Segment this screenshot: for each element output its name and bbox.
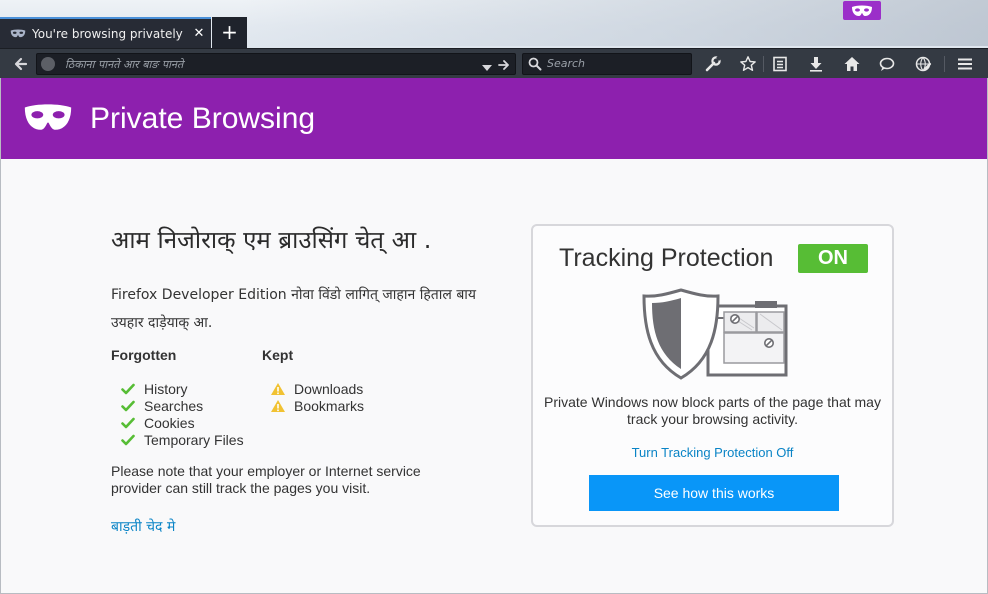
shield-blocking-illustration [640, 288, 790, 380]
forgotten-item-searches: Searches [144, 397, 204, 414]
tracking-note: Please note that your employer or Intern… [111, 463, 421, 496]
tab-title: You're browsing privately [32, 26, 183, 41]
globe-pencil-icon [915, 56, 932, 72]
bookmarks-list-icon [773, 56, 787, 72]
forgotten-item-temporary-files: Temporary Files [144, 431, 244, 448]
private-browsing-banner: Private Browsing [1, 78, 987, 159]
warning-icon [270, 399, 286, 413]
tab-close-icon[interactable]: ✕ [187, 26, 211, 41]
tracking-protection-card: Tracking Protection ON Private Windows n… [531, 224, 894, 527]
tracking-protection-status-badge: ON [798, 244, 868, 273]
list-item: Temporary Files [120, 431, 244, 448]
search-icon [528, 57, 542, 71]
kept-list: Downloads Bookmarks [270, 380, 364, 414]
developer-tools-button[interactable] [703, 54, 723, 74]
toolbar-separator [944, 56, 945, 72]
home-button[interactable] [842, 54, 862, 74]
home-icon [844, 57, 860, 71]
tracking-protection-title: Tracking Protection [559, 244, 774, 272]
url-bar[interactable]: ठिकाना पानते आर बाङ पानते [36, 53, 516, 75]
blocked-page-icon [706, 301, 788, 377]
list-item: Bookmarks [270, 397, 364, 414]
list-item: History [120, 380, 244, 397]
private-browsing-info: आम निजोराक् एम ब्राउसिंग चेत् आ . Firefo… [111, 223, 511, 535]
checkmark-icon [120, 382, 136, 396]
url-input[interactable]: ठिकाना पानते आर बाङ पानते [65, 57, 183, 72]
speech-bubble-icon [879, 57, 895, 71]
private-mask-icon [23, 101, 73, 134]
list-item: Downloads [270, 380, 364, 397]
open-menu-button[interactable] [955, 54, 975, 74]
private-browsing-page: Private Browsing आम निजोराक् एम ब्राउसिं… [0, 78, 988, 594]
private-browsing-indicator [843, 1, 881, 20]
star-icon [740, 56, 756, 71]
forgotten-list: History Searches Cookies Temporary Files [120, 380, 244, 448]
toolbar-separator [763, 56, 764, 72]
checkmark-icon [120, 416, 136, 430]
intro-text: Firefox Developer Edition नोवा विंडो लाग… [111, 287, 477, 331]
chat-button[interactable] [877, 54, 897, 74]
downloads-button[interactable] [806, 54, 826, 74]
checkmark-icon [120, 399, 136, 413]
private-mask-icon [10, 27, 26, 41]
tracking-protection-description: Private Windows now block parts of the p… [544, 394, 881, 427]
back-arrow-icon [14, 57, 28, 71]
tab-private-browsing[interactable]: You're browsing privately ✕ [0, 17, 211, 48]
list-item: Cookies [120, 414, 244, 431]
wrench-icon [705, 56, 721, 72]
checkmark-icon [120, 433, 136, 447]
bookmarks-menu-button[interactable] [770, 54, 790, 74]
search-input[interactable]: Search [547, 57, 585, 70]
private-mask-icon [852, 5, 872, 16]
kept-item-downloads: Downloads [294, 380, 364, 397]
forgotten-heading: Forgotten [111, 347, 177, 363]
navigation-toolbar: ठिकाना पानते आर बाङ पानते Search [0, 48, 988, 78]
see-how-this-works-button[interactable]: See how this works [589, 475, 839, 511]
site-identity-icon[interactable] [41, 57, 55, 71]
responsive-design-button[interactable] [913, 54, 933, 74]
kept-heading: Kept [262, 347, 294, 363]
url-history-dropdown-icon[interactable] [481, 60, 493, 71]
learn-more-link[interactable]: बाड़ती चेद मे [111, 517, 175, 536]
headline: आम निजोराक् एम ब्राउसिंग चेत् आ . [111, 226, 432, 254]
bookmark-star-button[interactable] [738, 54, 758, 74]
hamburger-menu-icon [958, 58, 972, 70]
search-bar[interactable]: Search [522, 53, 692, 75]
forgotten-item-history: History [144, 380, 188, 397]
new-tab-button[interactable]: + [212, 17, 247, 48]
turn-tracking-protection-off-link[interactable]: Turn Tracking Protection Off [533, 445, 892, 460]
list-item: Searches [120, 397, 244, 414]
kept-item-bookmarks: Bookmarks [294, 397, 365, 414]
page-title: Private Browsing [90, 102, 316, 135]
go-arrow-icon[interactable] [497, 58, 511, 72]
warning-icon [270, 382, 286, 396]
download-arrow-icon [810, 57, 822, 72]
forgotten-item-cookies: Cookies [144, 414, 195, 431]
back-button[interactable] [12, 55, 30, 73]
